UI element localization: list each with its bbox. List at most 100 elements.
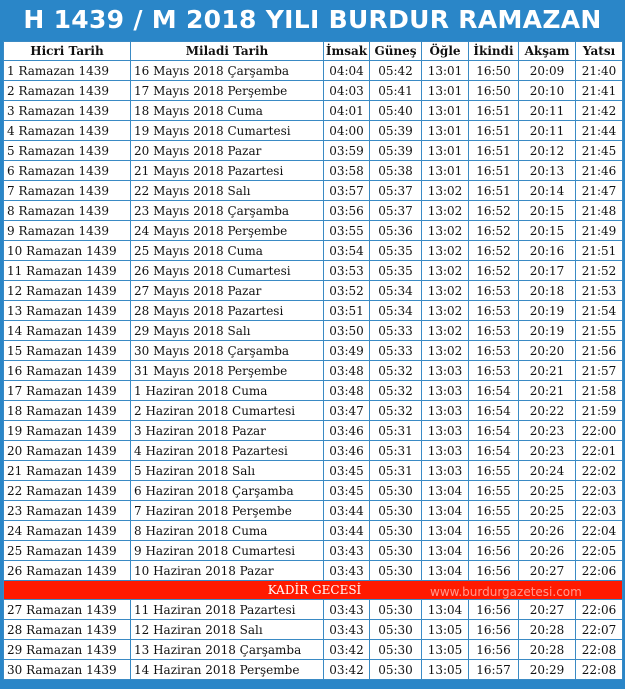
header-ikindi: İkindi (468, 41, 519, 61)
table-row: 30 Ramazan 1439 14 Haziran 2018 Perşembe 0… (3, 659, 623, 680)
cell-imsak: 03:46 (323, 440, 370, 461)
cell-aksam: 20:25 (518, 480, 576, 501)
cell-aksam: 20:11 (518, 120, 576, 141)
table-row: 18 Ramazan 1439 2 Haziran 2018 Cumartesi 0… (3, 400, 623, 421)
cell-aksam: 20:29 (518, 659, 576, 680)
cell-yatsi: 21:44 (575, 120, 623, 141)
table-row: 5 Ramazan 1439 20 Mayıs 2018 Pazar 03:59 05… (3, 140, 623, 161)
cell-ogle: 13:02 (421, 320, 469, 341)
cell-hicri-tarih: 12 Ramazan 1439 (3, 280, 131, 301)
cell-yatsi: 22:00 (575, 420, 623, 441)
cell-gunes: 05:41 (369, 80, 422, 101)
cell-hicri-tarih: 27 Ramazan 1439 (3, 599, 131, 620)
cell-hicri-tarih: 25 Ramazan 1439 (3, 540, 131, 561)
cell-imsak: 03:51 (323, 300, 370, 321)
cell-ikindi: 16:51 (468, 180, 519, 201)
cell-imsak: 03:42 (323, 659, 370, 680)
cell-ogle: 13:03 (421, 400, 469, 421)
cell-ogle: 13:02 (421, 200, 469, 221)
table-row: 3 Ramazan 1439 18 Mayıs 2018 Cuma 04:01 05:… (3, 100, 623, 121)
cell-ogle: 13:01 (421, 60, 469, 81)
cell-hicri-tarih: 4 Ramazan 1439 (3, 120, 131, 141)
table-row: 19 Ramazan 1439 3 Haziran 2018 Pazar 03:46… (3, 420, 623, 441)
cell-miladi-tarih: 16 Mayıs 2018 Çarşamba (130, 60, 324, 81)
cell-gunes: 05:40 (369, 100, 422, 121)
cell-miladi-tarih: 28 Mayıs 2018 Pazartesi (130, 300, 324, 321)
header-aksam: Akşam (518, 41, 576, 61)
cell-miladi-tarih: 23 Mayıs 2018 Çarşamba (130, 200, 324, 221)
cell-gunes: 05:30 (369, 500, 422, 521)
cell-yatsi: 21:46 (575, 160, 623, 181)
cell-yatsi: 21:47 (575, 180, 623, 201)
cell-gunes: 05:38 (369, 160, 422, 181)
cell-ikindi: 16:54 (468, 440, 519, 461)
cell-ikindi: 16:54 (468, 400, 519, 421)
cell-miladi-tarih: 7 Haziran 2018 Perşembe (130, 500, 324, 521)
cell-aksam: 20:14 (518, 180, 576, 201)
table-row: 21 Ramazan 1439 5 Haziran 2018 Salı 03:45 0… (3, 460, 623, 481)
cell-imsak: 03:53 (323, 260, 370, 281)
cell-imsak: 03:45 (323, 480, 370, 501)
cell-ikindi: 16:56 (468, 619, 519, 640)
cell-gunes: 05:37 (369, 200, 422, 221)
cell-aksam: 20:22 (518, 400, 576, 421)
cell-ikindi: 16:56 (468, 599, 519, 620)
table-row: 15 Ramazan 1439 30 Mayıs 2018 Çarşamba 03:… (3, 340, 623, 361)
cell-aksam: 20:28 (518, 639, 576, 660)
cell-ogle: 13:04 (421, 599, 469, 620)
table-row: 28 Ramazan 1439 12 Haziran 2018 Salı 03:43… (3, 619, 623, 640)
cell-ikindi: 16:53 (468, 340, 519, 361)
cell-ogle: 13:05 (421, 619, 469, 640)
cell-hicri-tarih: 29 Ramazan 1439 (3, 639, 131, 660)
cell-gunes: 05:32 (369, 380, 422, 401)
cell-ikindi: 16:53 (468, 360, 519, 381)
cell-imsak: 03:43 (323, 599, 370, 620)
cell-miladi-tarih: 31 Mayıs 2018 Perşembe (130, 360, 324, 381)
cell-aksam: 20:26 (518, 520, 576, 541)
cell-miladi-tarih: 19 Mayıs 2018 Cumartesi (130, 120, 324, 141)
cell-gunes: 05:31 (369, 460, 422, 481)
cell-miladi-tarih: 8 Haziran 2018 Cuma (130, 520, 324, 541)
cell-yatsi: 21:54 (575, 300, 623, 321)
cell-ikindi: 16:52 (468, 260, 519, 281)
cell-miladi-tarih: 30 Mayıs 2018 Çarşamba (130, 340, 324, 361)
cell-imsak: 04:00 (323, 120, 370, 141)
cell-imsak: 03:48 (323, 360, 370, 381)
cell-aksam: 20:09 (518, 60, 576, 81)
cell-imsak: 03:44 (323, 500, 370, 521)
cell-miladi-tarih: 4 Haziran 2018 Pazartesi (130, 440, 324, 461)
cell-aksam: 20:16 (518, 240, 576, 261)
cell-ikindi: 16:51 (468, 120, 519, 141)
header-imsak: İmsak (323, 41, 370, 61)
cell-yatsi: 21:51 (575, 240, 623, 261)
cell-ogle: 13:04 (421, 540, 469, 561)
table-row: 6 Ramazan 1439 21 Mayıs 2018 Pazartesi 03:… (3, 160, 623, 181)
cell-gunes: 05:39 (369, 120, 422, 141)
cell-ikindi: 16:53 (468, 280, 519, 301)
cell-gunes: 05:35 (369, 240, 422, 261)
cell-imsak: 03:54 (323, 240, 370, 261)
cell-yatsi: 22:06 (575, 560, 623, 581)
cell-ikindi: 16:51 (468, 160, 519, 181)
cell-miladi-tarih: 12 Haziran 2018 Salı (130, 619, 324, 640)
cell-ogle: 13:04 (421, 500, 469, 521)
cell-aksam: 20:21 (518, 380, 576, 401)
cell-ogle: 13:03 (421, 360, 469, 381)
cell-gunes: 05:37 (369, 180, 422, 201)
cell-hicri-tarih: 5 Ramazan 1439 (3, 140, 131, 161)
cell-ikindi: 16:56 (468, 540, 519, 561)
table-row: 7 Ramazan 1439 22 Mayıs 2018 Salı 03:57 05:… (3, 180, 623, 201)
cell-ikindi: 16:53 (468, 300, 519, 321)
cell-ikindi: 16:50 (468, 80, 519, 101)
cell-imsak: 03:45 (323, 460, 370, 481)
table-row: 9 Ramazan 1439 24 Mayıs 2018 Perşembe 03:5… (3, 220, 623, 241)
table-row: 14 Ramazan 1439 29 Mayıs 2018 Salı 03:50 05… (3, 320, 623, 341)
cell-hicri-tarih: 2 Ramazan 1439 (3, 80, 131, 101)
cell-ogle: 13:04 (421, 520, 469, 541)
cell-hicri-tarih: 11 Ramazan 1439 (3, 260, 131, 281)
header-ogle: Öğle (421, 41, 469, 61)
cell-ikindi: 16:52 (468, 240, 519, 261)
cell-imsak: 03:57 (323, 180, 370, 201)
cell-yatsi: 21:40 (575, 60, 623, 81)
cell-hicri-tarih: 15 Ramazan 1439 (3, 340, 131, 361)
